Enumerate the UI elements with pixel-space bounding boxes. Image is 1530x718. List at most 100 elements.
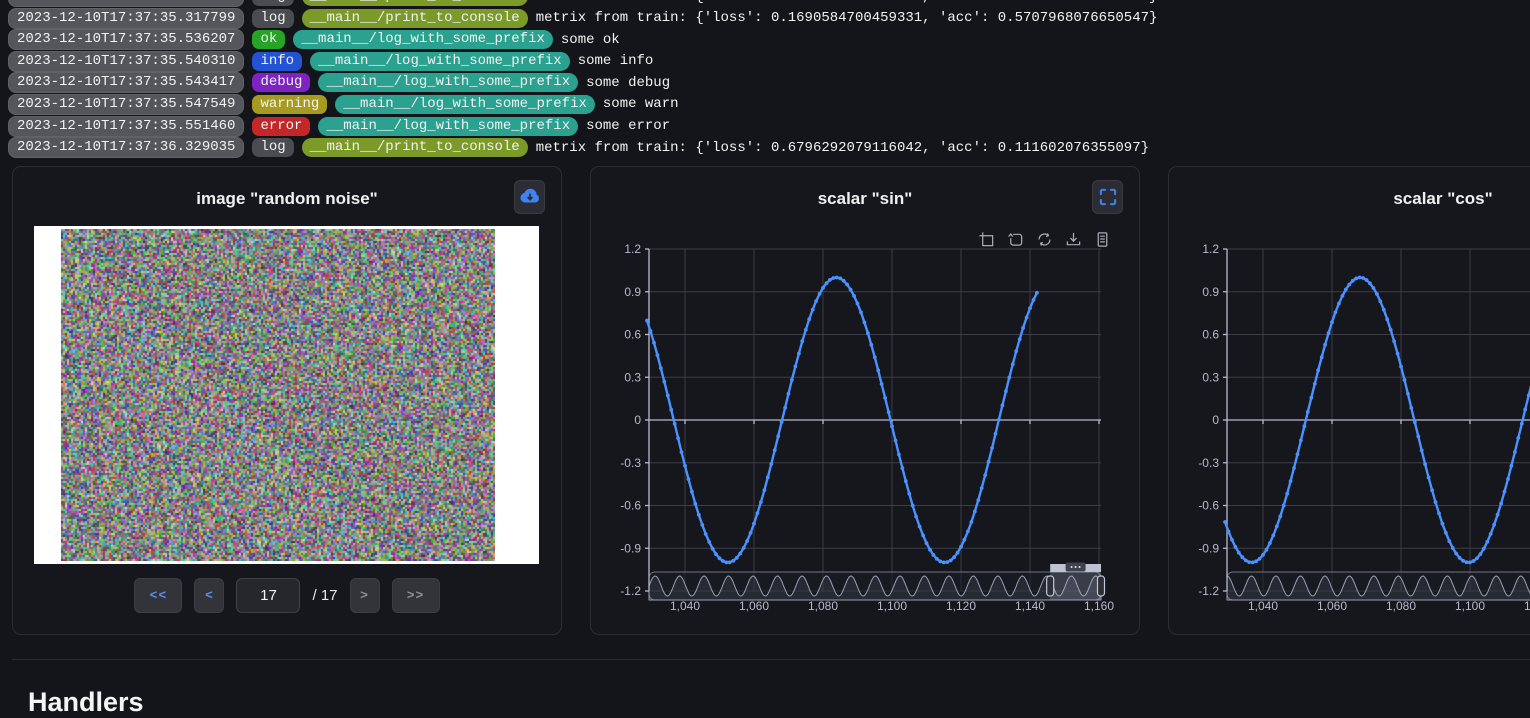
svg-text:0.3: 0.3 [1202, 370, 1219, 384]
svg-text:1,140: 1,140 [1015, 599, 1045, 613]
log-level-badge: info [252, 52, 302, 71]
svg-text:1,080: 1,080 [808, 599, 838, 613]
log-timestamp: 2023-12-10T17:37:35.547549 [8, 94, 244, 115]
svg-text:0: 0 [634, 413, 641, 427]
next-page-button[interactable]: > [350, 578, 380, 613]
log-prefix-pill: __main__/print_to_console [302, 138, 528, 157]
log-row: 2023-12-10T17:37:35.317799 log __main__/pr… [8, 9, 1530, 28]
svg-text:1,040: 1,040 [1248, 599, 1278, 613]
fullscreen-button[interactable] [1092, 180, 1123, 214]
svg-text:-0.6: -0.6 [1198, 499, 1219, 513]
cos-chart-title: scalar "cos" [1169, 189, 1530, 209]
noise-image [61, 229, 495, 561]
svg-text:-1.2: -1.2 [1198, 584, 1219, 598]
svg-text:-0.9: -0.9 [620, 541, 641, 555]
svg-text:-0.6: -0.6 [620, 499, 641, 513]
log-row: 2023-12-10T17:37:35.543417 debug __main__/… [8, 73, 1530, 92]
log-row: 2023-12-10T17:37:35.317799 log __main__/pr… [8, 0, 1530, 6]
svg-text:1.2: 1.2 [624, 242, 641, 256]
data-view-icon[interactable] [1094, 231, 1111, 248]
svg-text:1,060: 1,060 [739, 599, 769, 613]
svg-text:-0.9: -0.9 [1198, 541, 1219, 555]
svg-text:0.9: 0.9 [1202, 285, 1219, 299]
fullscreen-icon [1098, 187, 1118, 207]
log-console: 2023-12-10T17:37:35.317799 log __main__/pr… [0, 0, 1530, 160]
log-prefix-pill: __main__/log_with_some_prefix [318, 117, 578, 136]
log-message: some error [586, 118, 670, 134]
svg-text:1,060: 1,060 [1317, 599, 1347, 613]
prev-page-button[interactable]: < [194, 578, 224, 613]
log-level-badge: warning [252, 95, 327, 114]
svg-text:1,080: 1,080 [1386, 599, 1416, 613]
zoom-select-icon[interactable] [978, 231, 995, 248]
image-card-title: image "random noise" [13, 189, 561, 209]
svg-text:1.2: 1.2 [1202, 242, 1219, 256]
image-pagination: << < / 17 > >> [13, 578, 561, 613]
log-message: some debug [586, 75, 670, 91]
last-page-button[interactable]: >> [392, 578, 440, 613]
svg-text:0.9: 0.9 [624, 285, 641, 299]
log-level-badge: log [252, 9, 293, 28]
log-timestamp: 2023-12-10T17:37:35.317799 [8, 8, 244, 29]
svg-text:0.6: 0.6 [624, 328, 641, 342]
log-timestamp: 2023-12-10T17:37:36.329035 [8, 137, 244, 158]
log-prefix-pill: __main__/log_with_some_prefix [310, 52, 570, 71]
log-row: 2023-12-10T17:37:35.551460 error __main__/… [8, 117, 1530, 136]
log-row: 2023-12-10T17:37:35.540310 info __main__/l… [8, 52, 1530, 71]
log-level-badge: ok [252, 30, 285, 49]
cloud-download-icon [519, 186, 541, 208]
svg-text:0.6: 0.6 [1202, 328, 1219, 342]
first-page-button[interactable]: << [134, 578, 182, 613]
section-divider [12, 659, 1530, 660]
zoom-back-icon[interactable] [1007, 231, 1024, 248]
log-timestamp: 2023-12-10T17:37:35.536207 [8, 29, 244, 50]
log-prefix-pill: __main__/log_with_some_prefix [318, 73, 578, 92]
datazoom-handle[interactable] [1098, 576, 1105, 596]
log-level-badge: log [252, 138, 293, 157]
svg-text:1,040: 1,040 [670, 599, 700, 613]
log-prefix-pill: __main__/log_with_some_prefix [335, 95, 595, 114]
scalar-sin-card: 1.2 0.9 0.6 0.3 0 -0.3 -0.6 -0.9 -1.2 1,040 1,060 1… [590, 166, 1140, 635]
page-number-input[interactable] [236, 578, 300, 613]
log-message: some ok [561, 32, 620, 48]
svg-text:-0.3: -0.3 [620, 456, 641, 470]
svg-text:1,160: 1,160 [1084, 599, 1114, 613]
svg-text:1,120: 1,120 [1524, 599, 1530, 613]
svg-text:-0.3: -0.3 [1198, 456, 1219, 470]
log-prefix-pill: __main__/print_to_console [302, 0, 528, 6]
log-row: 2023-12-10T17:37:35.547549 warning __main_… [8, 95, 1530, 114]
image-card: image "random noise" << < / 17 > >> [12, 166, 562, 635]
log-message: some info [578, 53, 654, 69]
sin-chart-title: scalar "sin" [591, 189, 1139, 209]
log-message: some warn [603, 96, 679, 112]
svg-text:-1.2: -1.2 [620, 584, 641, 598]
download-image-button[interactable] [514, 180, 545, 214]
log-prefix-pill: __main__/print_to_console [302, 9, 528, 28]
log-level-badge: log [252, 0, 293, 6]
save-image-icon[interactable] [1065, 231, 1082, 248]
log-timestamp: 2023-12-10T17:37:35.543417 [8, 72, 244, 93]
svg-text:0: 0 [1212, 413, 1219, 427]
svg-text:0.3: 0.3 [624, 370, 641, 384]
restore-icon[interactable] [1036, 231, 1053, 248]
log-timestamp: 2023-12-10T17:37:35.317799 [8, 0, 244, 7]
log-message: metrix from train: {'loss': 0.1690584700… [536, 0, 1158, 5]
page-total-label: / 17 [312, 587, 337, 604]
cos-chart[interactable]: 1.2 0.9 0.6 0.3 0 -0.3 -0.6 -0.9 -1.2 1,040 1,060 1… [1169, 167, 1530, 634]
log-prefix-pill: __main__/log_with_some_prefix [293, 30, 553, 49]
scalar-cos-card: 1.2 0.9 0.6 0.3 0 -0.3 -0.6 -0.9 -1.2 1,040 1,060 1… [1168, 166, 1530, 635]
svg-text:1,100: 1,100 [877, 599, 907, 613]
log-timestamp: 2023-12-10T17:37:35.540310 [8, 51, 244, 72]
log-message: metrix from train: {'loss': 0.1690584700… [536, 10, 1158, 26]
log-level-badge: debug [252, 73, 310, 92]
svg-text:1,120: 1,120 [946, 599, 976, 613]
svg-text:1,100: 1,100 [1455, 599, 1485, 613]
log-timestamp: 2023-12-10T17:37:35.551460 [8, 116, 244, 137]
footer-heading: Handlers [28, 687, 144, 718]
log-level-badge: error [252, 117, 310, 136]
log-row: 2023-12-10T17:37:35.536207 ok __main__/log… [8, 30, 1530, 49]
log-message: metrix from train: {'loss': 0.6796292079… [536, 140, 1149, 156]
log-row: 2023-12-10T17:37:36.329035 log __main__/pr… [8, 138, 1530, 157]
chart-toolbox [978, 231, 1111, 248]
datazoom-handle[interactable] [1047, 576, 1054, 596]
